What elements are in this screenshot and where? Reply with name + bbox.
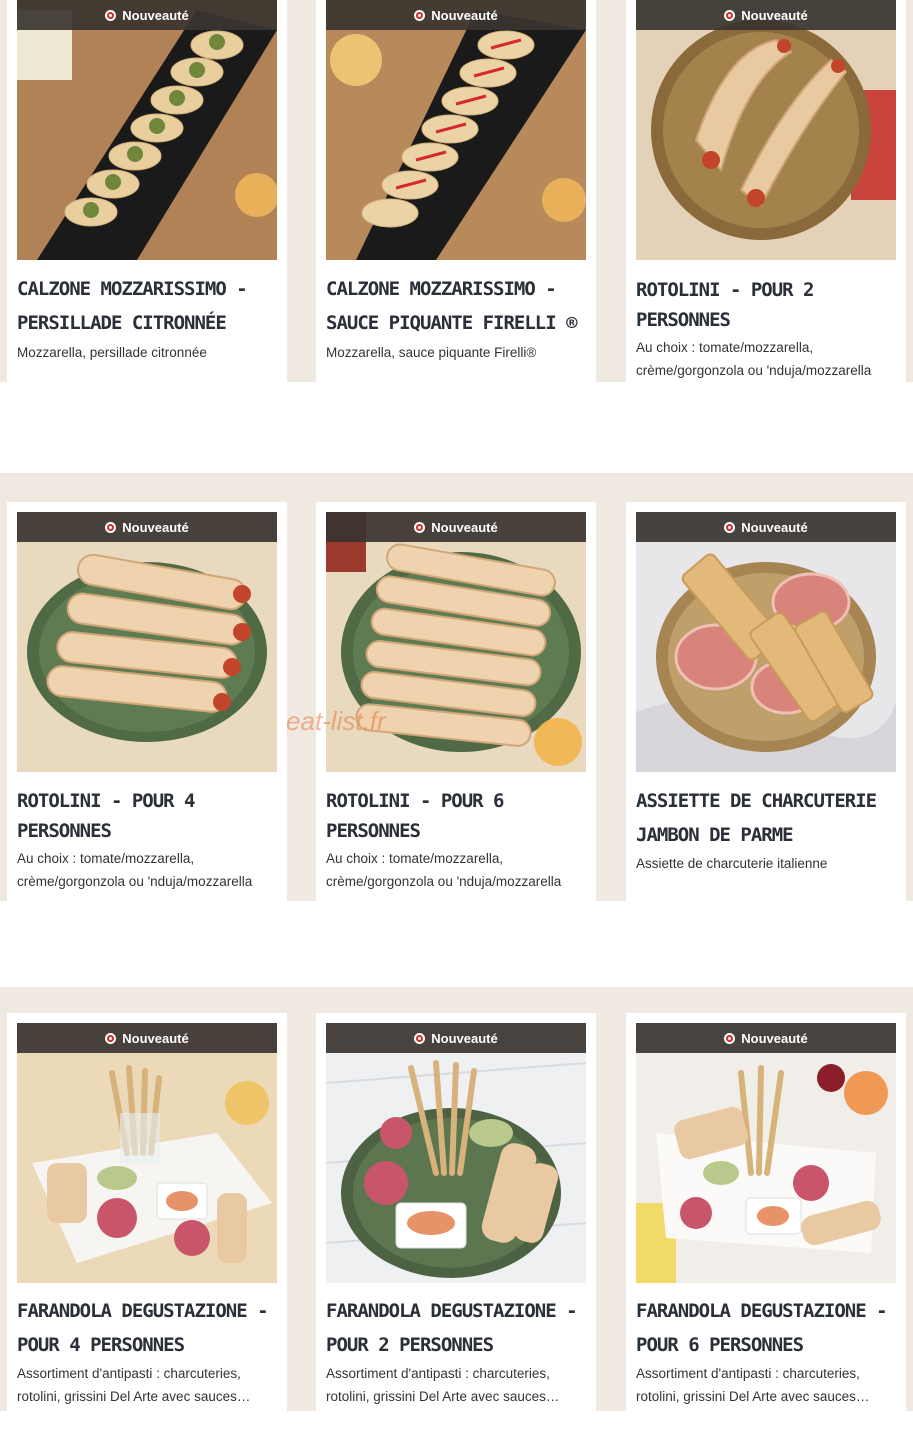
product-description: Assortiment d'antipasti : charcuteries, … [636, 1366, 870, 1404]
italian-flag-icon [414, 1032, 426, 1044]
italian-flag-icon [414, 9, 426, 21]
product-title: Calzone Mozzarissimo - Sauce piquante Fi… [326, 278, 578, 334]
new-badge: Nouveauté [326, 512, 586, 542]
italian-flag-icon [414, 521, 426, 533]
italian-flag-icon [105, 1032, 117, 1044]
product-description: Assiette de charcuterie italienne [636, 856, 828, 871]
new-badge: Nouveauté [326, 1023, 586, 1053]
product-title: Rotolini - pour 2 personnes [636, 279, 814, 331]
new-badge: Nouveauté [326, 0, 586, 30]
product-card[interactable]: Nouveauté Farandola Degustazione - pour … [7, 1013, 287, 1411]
product-title: Farandola Degustazione - pour 4 personne… [17, 1300, 269, 1356]
product-title: Farandola Degustazione - pour 2 personne… [326, 1300, 578, 1356]
new-badge: Nouveauté [636, 512, 896, 542]
charcuterie-image: Nouveauté [636, 512, 896, 772]
product-description: Au choix : tomate/mozzarella, crème/gorg… [326, 851, 562, 889]
product-card[interactable]: Nouveauté Calzone Mozzarissimo - Sauce p… [316, 0, 596, 382]
new-badge: Nouveauté [17, 512, 277, 542]
product-title: Farandola Degustazione - pour 6 personne… [636, 1300, 888, 1356]
italian-flag-icon [105, 9, 117, 21]
product-title: Rotolini - pour 6 personnes [326, 790, 504, 842]
new-badge: Nouveauté [17, 0, 277, 30]
product-description: Assortiment d'antipasti : charcuteries, … [17, 1366, 251, 1404]
rotolini-4-image: Nouveauté [17, 512, 277, 772]
farandola-6-image: Nouveauté [636, 1023, 896, 1283]
product-card[interactable]: Nouveauté Rotolini - pour 4 personnes Au… [7, 502, 287, 901]
farandola-4-image: Nouveauté [17, 1023, 277, 1283]
product-card[interactable]: Nouveauté Assiette de charcuterie Jambon… [626, 502, 906, 901]
new-badge: Nouveauté [636, 1023, 896, 1053]
product-card[interactable]: Nouveauté Rotolini - pour 2 personnes Au… [626, 0, 906, 382]
product-title: Assiette de charcuterie Jambon de Parme [636, 790, 877, 846]
product-description: Mozzarella, persillade citronnée [17, 345, 207, 360]
product-title: Calzone Mozzarissimo - Persillade citron… [17, 278, 248, 334]
farandola-2-image: Nouveauté [326, 1023, 586, 1283]
product-description: Au choix : tomate/mozzarella, crème/gorg… [636, 340, 872, 378]
italian-flag-icon [724, 521, 736, 533]
product-card[interactable]: Nouveauté Rotolini - pour 6 personnes Au… [316, 502, 596, 901]
product-description: Au choix : tomate/mozzarella, crème/gorg… [17, 851, 253, 889]
new-badge: Nouveauté [17, 1023, 277, 1053]
watermark-text: eat-list.fr [286, 706, 386, 736]
rotolini-2-image: Nouveauté [636, 0, 896, 260]
italian-flag-icon [105, 521, 117, 533]
new-badge: Nouveauté [636, 0, 896, 30]
product-card[interactable]: Nouveauté Farandola Degustazione - pour … [626, 1013, 906, 1411]
product-card[interactable]: Nouveauté Farandola Degustazione - pour … [316, 1013, 596, 1411]
calzone-persillade-image: Nouveauté [17, 0, 277, 260]
product-description: Assortiment d'antipasti : charcuteries, … [326, 1366, 560, 1404]
italian-flag-icon [724, 1032, 736, 1044]
product-title: Rotolini - pour 4 personnes [17, 790, 195, 842]
calzone-firelli-image: Nouveauté [326, 0, 586, 260]
product-description: Mozzarella, sauce piquante Firelli® [326, 345, 537, 360]
product-card[interactable]: Nouveauté Calzone Mozzarissimo - Persill… [7, 0, 287, 382]
italian-flag-icon [724, 9, 736, 21]
